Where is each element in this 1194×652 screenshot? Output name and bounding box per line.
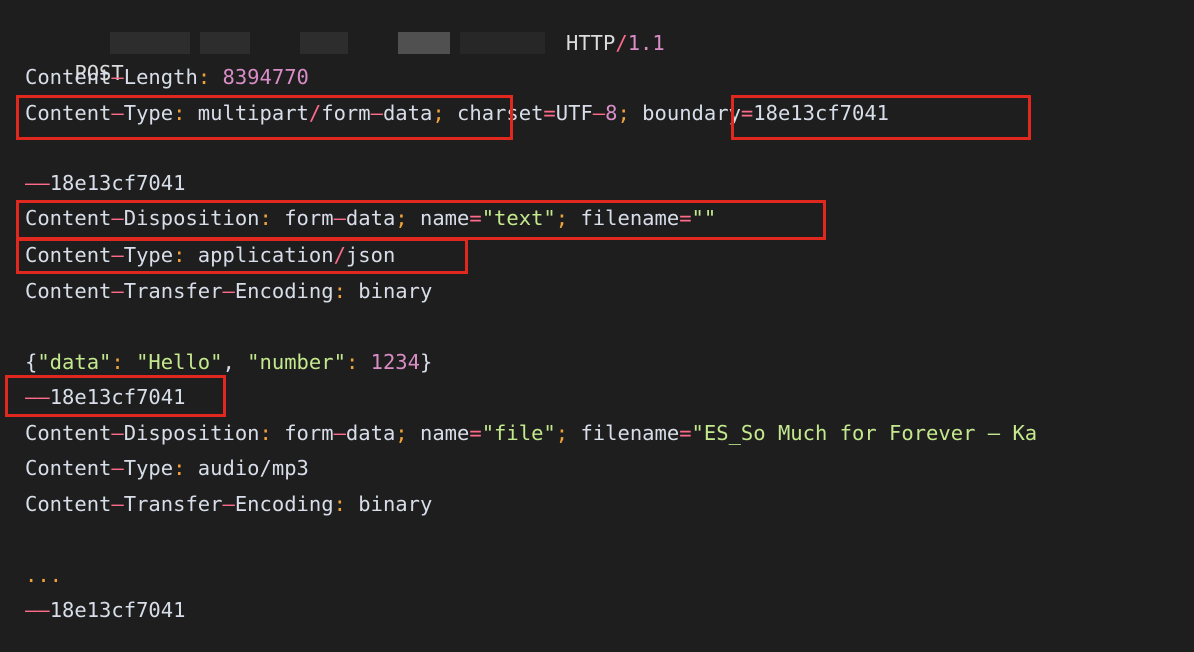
redacted-url-block	[398, 32, 450, 54]
highlight-box-content-type	[16, 95, 513, 140]
highlight-box-disposition	[16, 200, 826, 240]
content-length-header: Content–Length: 8394770	[25, 65, 309, 89]
redacted-url-block	[200, 32, 250, 54]
request-line: POST	[25, 28, 123, 85]
part2-content-disposition: Content–Disposition: form–data; name="fi…	[25, 421, 1038, 445]
part1-boundary: ––18e13cf7041	[25, 171, 186, 195]
code-editor[interactable]: POST HTTP/1.1 Content–Length: 8394770 Co…	[0, 0, 1194, 652]
redacted-url-block	[300, 32, 348, 54]
highlight-box-boundary	[731, 95, 1031, 140]
http-protocol: HTTP/1.1	[566, 31, 665, 55]
part1-transfer-encoding: Content–Transfer–Encoding: binary	[25, 279, 433, 303]
final-boundary: ––18e13cf7041	[25, 598, 186, 622]
highlight-box-part-boundary	[5, 375, 226, 417]
ellipsis: ...	[25, 563, 63, 587]
part2-content-type: Content–Type: audio/mp3	[25, 456, 309, 480]
part1-json-body: {"data": "Hello", "number": 1234}	[25, 350, 433, 374]
part2-transfer-encoding: Content–Transfer–Encoding: binary	[25, 492, 433, 516]
highlight-box-json-type	[16, 238, 468, 274]
redacted-url-block	[460, 32, 545, 54]
